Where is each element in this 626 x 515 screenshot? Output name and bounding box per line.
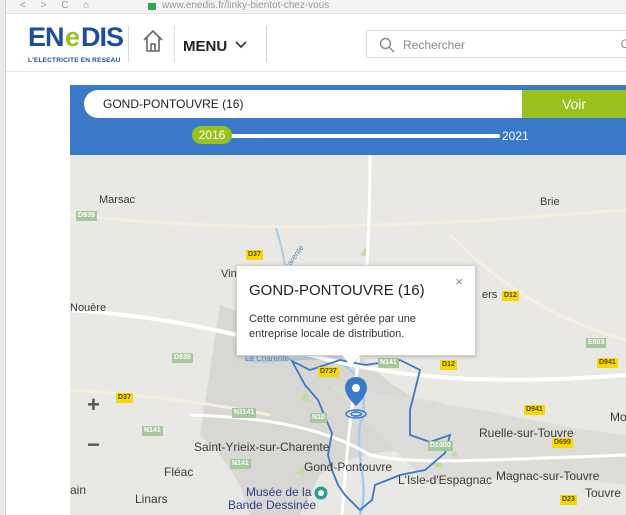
zoom-in-button[interactable]: + [70, 389, 114, 421]
commune-popup: GOND-PONTOUVRE (16) × Cette commune est … [236, 265, 476, 356]
place-label: Brie [540, 196, 560, 208]
road-shield: D37 [246, 250, 263, 260]
road-shield: D941 [597, 358, 618, 368]
header-divider [266, 26, 267, 62]
location-pin-icon[interactable] [343, 376, 369, 422]
road-shield: D737 [318, 367, 339, 377]
road-shield: D1000 [428, 441, 453, 451]
plus-icon: + [87, 392, 100, 417]
place-label: Touvre [585, 486, 622, 500]
road-shield: D37 [116, 393, 133, 403]
voir-button[interactable]: Voir [522, 90, 626, 118]
place-label: L'Isle-d'Espagnac [398, 473, 492, 487]
road-shield: N141 [142, 426, 163, 436]
popup-close-button[interactable]: × [455, 274, 463, 289]
menu-button[interactable]: MENU [183, 36, 247, 55]
search-placeholder: Rechercher [403, 38, 466, 52]
road-shield: D939 [172, 353, 193, 363]
place-label: Saint-Yrieix-sur-Charente [194, 440, 330, 454]
poi-label[interactable]: Musée de la [246, 485, 311, 499]
popup-pointer [342, 355, 360, 366]
popup-body: Cette commune est gérée par une entrepri… [249, 313, 416, 340]
svg-text:DIS: DIS [81, 24, 123, 50]
place-label: Fléac [164, 465, 194, 479]
home-button[interactable] [142, 28, 164, 54]
secure-lock-icon [148, 3, 156, 10]
window-edge [0, 0, 6, 515]
timeline-start-handle[interactable]: 2016 [192, 126, 232, 144]
place-label: Linars [135, 492, 168, 506]
zoom-out-button[interactable]: − [70, 429, 114, 461]
enedis-logo[interactable]: EN e DIS L'ELECTRICITE EN RESEAU [28, 22, 124, 64]
place-label: Vin [221, 268, 237, 280]
place-label: ers [482, 289, 498, 301]
place-label: Gond-Pontouvre [304, 460, 393, 474]
logo-tagline: L'ELECTRICITE EN RESEAU [28, 57, 121, 64]
search-trailing-icon[interactable]: O [621, 37, 626, 51]
site-header: EN e DIS L'ELECTRICITE EN RESEAU MENU Re… [6, 14, 626, 72]
commune-input[interactable]: GOND-PONTOUVRE (16) [84, 90, 594, 118]
road-shield: D941 [524, 405, 545, 415]
place-label: Marsac [99, 194, 136, 206]
place-label: Magnac-sur-Touvre [496, 469, 600, 483]
commune-search-panel: GOND-PONTOUVRE (16) Voir 2016 2021 [70, 85, 626, 155]
year-timeline[interactable]: 2016 2021 [70, 123, 626, 147]
search-icon[interactable] [379, 37, 395, 58]
svg-text:e: e [65, 24, 80, 50]
browser-url[interactable]: www.enedis.fr/linky-bientot-chez-vous [162, 0, 329, 11]
home-icon [143, 29, 163, 52]
svg-text:EN: EN [28, 24, 64, 50]
road-shield: N141 [230, 459, 251, 469]
road-shield: D12 [502, 291, 519, 301]
browser-toolbar: < > C ⌂ www.enedis.fr/linky-bientot-chez… [0, 0, 626, 14]
road-shield: D939 [76, 211, 97, 221]
place-label: Nouère [70, 302, 107, 314]
road-shield: N1141 [232, 408, 257, 418]
header-divider [174, 26, 175, 62]
road-shield: D699 [552, 438, 573, 448]
road-shield: D23 [560, 495, 577, 505]
poi-label[interactable]: Bande Dessinée [228, 498, 316, 512]
timeline-track[interactable] [220, 134, 500, 138]
search-field[interactable]: Rechercher O [366, 30, 626, 58]
road-shield: D12 [440, 360, 457, 370]
menu-label: MENU [183, 38, 228, 55]
enedis-logo-mark: EN e DIS [28, 22, 124, 52]
browser-nav-buttons[interactable]: < > C ⌂ [20, 0, 95, 11]
road-shield: N10 [310, 413, 327, 423]
popup-title: GOND-PONTOUVRE (16) [249, 282, 425, 299]
road-shield: E603 [586, 338, 607, 348]
place-label: Mo [610, 410, 626, 424]
chevron-down-icon [235, 36, 247, 53]
minus-icon: − [87, 432, 100, 457]
road-shield: N141 [378, 358, 399, 368]
place-label: ain [70, 483, 87, 497]
timeline-end-year: 2021 [502, 129, 529, 143]
header-divider [128, 26, 129, 62]
museum-icon[interactable] [314, 486, 328, 500]
